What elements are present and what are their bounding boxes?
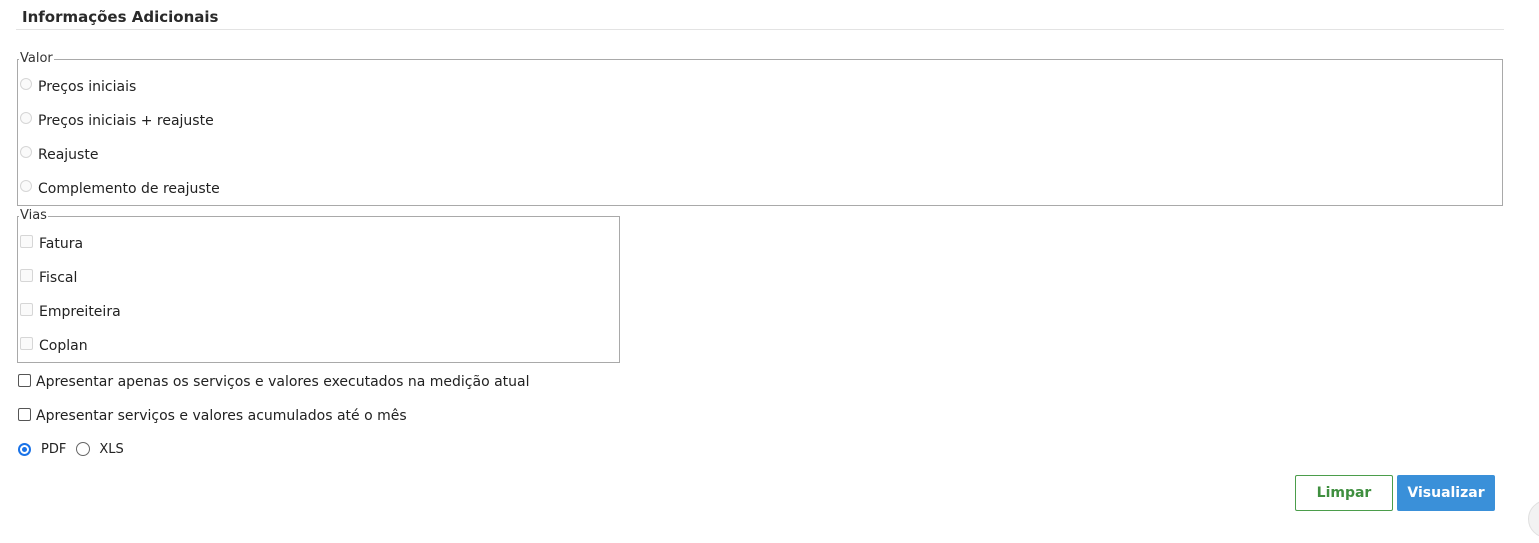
vias-option-empreiteira[interactable]: Empreiteira [20, 302, 121, 322]
checkbox-empreiteira[interactable] [20, 302, 33, 316]
vias-option-fatura[interactable]: Fatura [20, 234, 83, 254]
section-divider [16, 29, 1504, 30]
valor-group: Valor Preços iniciais Preços iniciais + … [17, 51, 1503, 206]
radio-label: Preços iniciais [38, 79, 137, 95]
radio-reajuste[interactable] [20, 146, 32, 158]
clear-button[interactable]: Limpar [1295, 475, 1393, 511]
section-title: Informações Adicionais [22, 8, 219, 26]
checkbox-label: Apresentar serviços e valores acumulados… [36, 408, 407, 424]
format-label-xls: XLS [99, 441, 124, 457]
checkbox-fiscal[interactable] [20, 268, 33, 282]
vias-group: Vias Fatura Fiscal Empreiteira Coplan [17, 208, 620, 363]
valor-option-precos-iniciais[interactable]: Preços iniciais [20, 77, 136, 97]
checkbox-coplan[interactable] [20, 336, 33, 350]
radio-complemento-reajuste[interactable] [20, 180, 32, 192]
radio-label: Complemento de reajuste [38, 181, 220, 197]
checkbox-label: Coplan [39, 338, 88, 354]
checkbox-label: Empreiteira [39, 304, 121, 320]
valor-option-reajuste[interactable]: Reajuste [20, 145, 98, 165]
checkbox-label: Fiscal [39, 270, 78, 286]
vias-option-coplan[interactable]: Coplan [20, 336, 88, 356]
checkbox-acumulados-ate-mes[interactable] [18, 407, 31, 421]
vias-legend: Vias [19, 208, 48, 224]
floating-help-button[interactable] [1528, 500, 1539, 538]
radio-format-pdf[interactable] [18, 442, 31, 456]
additional-info-panel: Informações Adicionais Valor Preços inic… [0, 0, 1539, 543]
radio-label: Preços iniciais + reajuste [38, 113, 214, 129]
valor-option-precos-iniciais-reajuste[interactable]: Preços iniciais + reajuste [20, 111, 214, 131]
checkbox-fatura[interactable] [20, 234, 33, 248]
filter-apenas-medicao-atual[interactable]: Apresentar apenas os serviços e valores … [18, 372, 530, 392]
checkbox-label: Apresentar apenas os serviços e valores … [36, 374, 530, 390]
checkbox-apenas-medicao-atual[interactable] [18, 373, 31, 387]
view-button[interactable]: Visualizar [1397, 475, 1495, 511]
valor-option-complemento-reajuste[interactable]: Complemento de reajuste [20, 179, 220, 199]
valor-legend: Valor [19, 51, 54, 67]
filter-acumulados-ate-mes[interactable]: Apresentar serviços e valores acumulados… [18, 406, 407, 426]
vias-option-fiscal[interactable]: Fiscal [20, 268, 77, 288]
radio-precos-iniciais[interactable] [20, 78, 32, 90]
format-label-pdf: PDF [41, 441, 67, 457]
format-selector: PDF XLS [18, 439, 124, 459]
radio-precos-iniciais-reajuste[interactable] [20, 112, 32, 124]
checkbox-label: Fatura [39, 236, 84, 252]
radio-format-xls[interactable] [76, 442, 91, 456]
radio-label: Reajuste [38, 147, 99, 163]
